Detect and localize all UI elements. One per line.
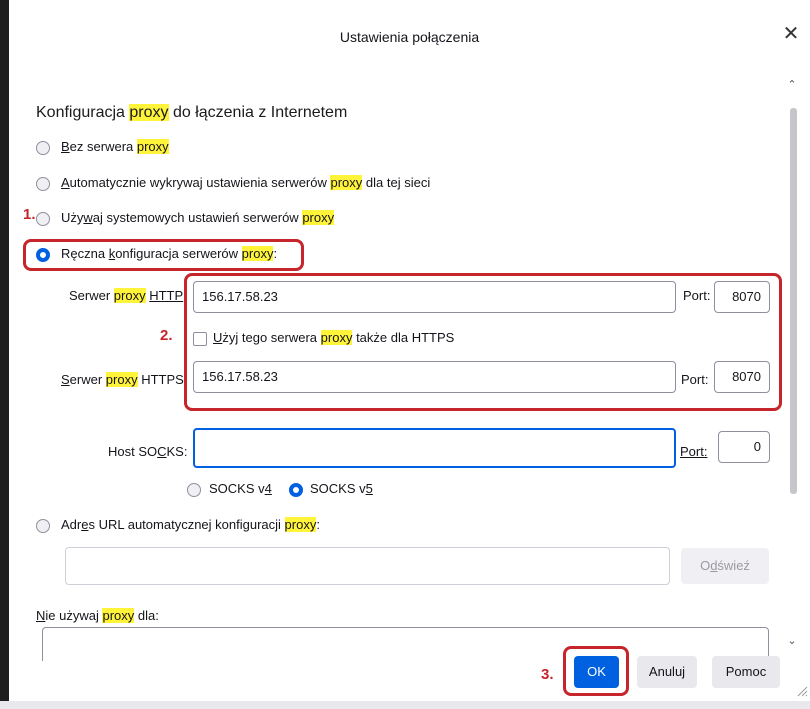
label-part: Adr (61, 517, 82, 532)
label-part: Port: (680, 444, 708, 459)
label-part: ie używaj (45, 608, 103, 623)
reuse-for-https-checkbox[interactable] (193, 332, 207, 346)
label-proxy-word: proxy (284, 517, 317, 532)
dialog-content: Konfiguracja proxy do łączenia z Interne… (9, 70, 810, 701)
label-part: dla: (134, 608, 159, 623)
label-accesskey: C (157, 444, 167, 459)
socks-port-input[interactable]: 0 (718, 431, 770, 463)
socks-port-label: Port: (680, 444, 707, 459)
radio-socks-v5[interactable] (289, 483, 303, 497)
reuse-for-https-label[interactable]: Użyj tego serwera proxy także dla HTTPS (213, 330, 454, 345)
label-part: Port: (683, 288, 711, 303)
http-port-input[interactable]: 8070 (714, 281, 770, 313)
label-part: KS: (166, 444, 188, 459)
label-part: : (273, 246, 278, 261)
http-proxy-label: Serwer proxy HTTP (69, 288, 183, 303)
resize-grip-icon[interactable] (796, 685, 808, 697)
label-part: erwer (69, 372, 106, 387)
label-proxy-word: proxy (105, 372, 138, 387)
dialog-title: Ustawienia połączenia (339, 29, 480, 45)
https-proxy-input[interactable]: 156.17.58.23 (193, 361, 676, 393)
radio-auto-detect[interactable] (36, 177, 50, 191)
https-port-label: Port: (681, 372, 708, 387)
label-accesskey: w (83, 210, 93, 225)
help-button[interactable]: Pomoc (712, 656, 780, 688)
radio-socks-v5-label[interactable]: SOCKS v5 (310, 481, 373, 496)
label-part: aj systemowych ustawień serwerów (92, 210, 303, 225)
socks-host-input[interactable] (193, 428, 676, 468)
background-text-fragment: e (0, 665, 7, 679)
annotation-step-1: 1. (23, 206, 36, 223)
https-port-input[interactable]: 8070 (714, 361, 770, 393)
heading-proxy-word: proxy (129, 104, 169, 121)
connection-settings-dialog: Ustawienia połączenia ✕ Konfiguracja pro… (9, 0, 810, 701)
cancel-button[interactable]: Anuluj (637, 656, 697, 688)
ok-button[interactable]: OK (574, 656, 619, 688)
label-accesskey: 4 (264, 481, 272, 496)
label-part: także dla HTTPS (352, 330, 455, 345)
scrollbar-thumb[interactable] (790, 108, 797, 494)
label-proxy-word: proxy (302, 210, 335, 225)
label-part: świeź (717, 558, 750, 573)
label-accesskey: 5 (365, 481, 373, 496)
label-part: O (700, 558, 711, 573)
label-part: Serwer (69, 288, 114, 303)
label-proxy-word: proxy (102, 608, 135, 623)
label-part: : (316, 517, 320, 532)
label-accesskey: N (36, 608, 46, 623)
radio-system-proxy[interactable] (36, 212, 50, 226)
socks-host-label: Host SOCKS: (108, 444, 187, 459)
radio-socks-v4-label[interactable]: SOCKS v4 (209, 481, 272, 496)
radio-auto-detect-label[interactable]: Automatycznie wykrywaj ustawienia serwer… (61, 175, 430, 190)
heading-part: Konfiguracja (36, 104, 130, 121)
https-proxy-label: Serwer proxy HTTPS (61, 372, 184, 387)
label-accesskey: B (61, 139, 70, 154)
proxy-config-heading: Konfiguracja proxy do łączenia z Interne… (36, 104, 347, 122)
label-part: ez serwera (69, 139, 137, 154)
label-part: s URL automatycznej konfiguracji (88, 517, 285, 532)
background-window-strip (0, 701, 810, 709)
label-part: onfiguracja serwerów (115, 246, 242, 261)
autoconfig-url-input[interactable] (65, 547, 670, 585)
radio-no-proxy[interactable] (36, 141, 50, 155)
label-proxy-word: proxy (113, 288, 146, 303)
label-part: Port: (681, 372, 709, 387)
annotation-step-3: 3. (541, 666, 554, 683)
radio-manual-proxy[interactable] (36, 248, 50, 262)
label-proxy-word: proxy (320, 330, 353, 345)
http-proxy-input[interactable]: 156.17.58.23 (193, 281, 676, 313)
label-part: dla tej sieci (362, 175, 431, 190)
dialog-titlebar: Ustawienia połączenia ✕ (9, 0, 810, 70)
label-part: SOCKS v (310, 481, 366, 496)
http-port-label: Port: (683, 288, 710, 303)
radio-autoconfig-url-label[interactable]: Adres URL automatycznej konfiguracji pro… (61, 517, 320, 532)
background-window-edge (0, 0, 9, 709)
scroll-up-icon[interactable]: ⌃ (786, 80, 798, 91)
no-proxy-for-label: Nie używaj proxy dla: (36, 608, 159, 623)
label-proxy-word: proxy (136, 139, 169, 154)
radio-socks-v4[interactable] (187, 483, 201, 497)
label-part: utomatycznie wykrywaj ustawienia serweró… (69, 175, 331, 190)
label-accesskey: HTTP (149, 288, 184, 303)
label-part: yj tego serwera (228, 330, 321, 345)
close-icon[interactable]: ✕ (779, 22, 803, 46)
reload-autoconfig-button[interactable]: Odświeź (681, 548, 769, 584)
label-part: SOCKS v (209, 481, 265, 496)
label-proxy-word: proxy (330, 175, 363, 190)
label-part: HTTPS (137, 372, 184, 387)
radio-manual-proxy-label[interactable]: Ręczna konfiguracja serwerów proxy: (61, 246, 277, 261)
radio-autoconfig-url[interactable] (36, 519, 50, 533)
label-part: Uży (61, 210, 84, 225)
label-part: Ręczna (61, 246, 109, 261)
label-proxy-word: proxy (241, 246, 274, 261)
label-accesskey: S (61, 372, 70, 387)
scroll-down-icon[interactable]: ⌄ (786, 636, 798, 647)
heading-part: do łączenia z Internetem (168, 104, 348, 121)
annotation-step-2: 2. (160, 327, 173, 344)
label-accesskey: A (61, 175, 70, 190)
radio-system-proxy-label[interactable]: Używaj systemowych ustawień serwerów pro… (61, 210, 335, 225)
label-accesskey: U (213, 330, 223, 345)
label-part: Host SO (108, 444, 158, 459)
radio-no-proxy-label[interactable]: Bez serwera proxy (61, 139, 169, 154)
